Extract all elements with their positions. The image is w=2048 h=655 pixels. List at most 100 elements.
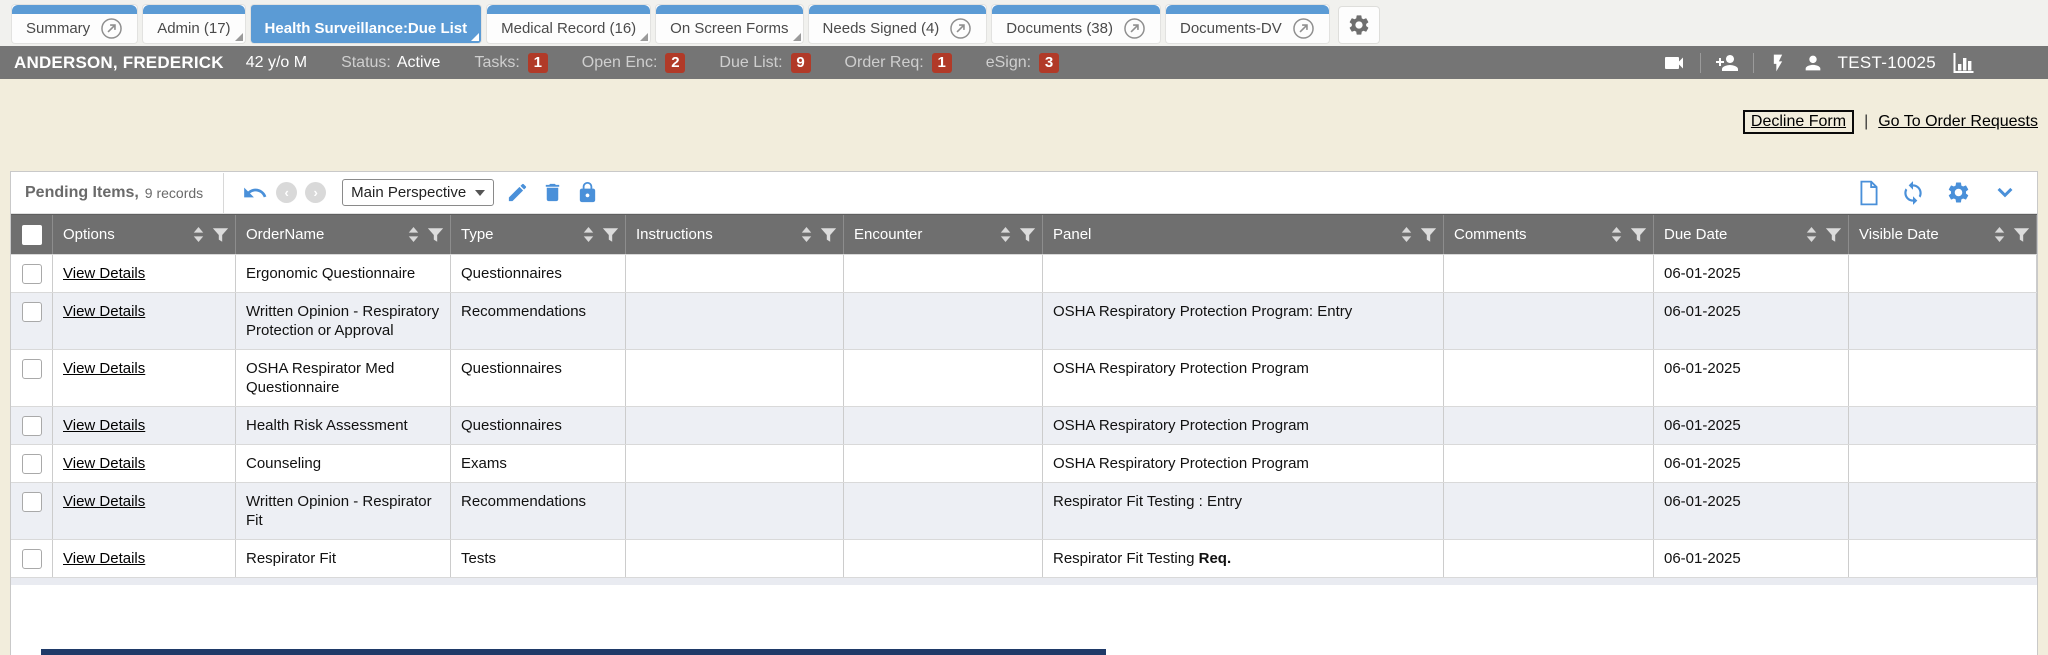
column-header-instructions[interactable]: Instructions [626,215,844,254]
person-add-icon[interactable] [1715,51,1739,75]
row-checkbox[interactable] [22,454,42,474]
sort-icon[interactable] [192,226,205,243]
view-details-link[interactable]: View Details [63,417,145,434]
cell-due-date: 06-01-2025 [1654,350,1849,406]
popout-icon[interactable] [1123,17,1146,40]
column-header-due-date[interactable]: Due Date [1654,215,1849,254]
filter-icon[interactable] [2013,227,2030,243]
sort-icon[interactable] [1400,226,1413,243]
column-header-type[interactable]: Type [451,215,626,254]
cell-panel: OSHA Respiratory Protection Program [1043,407,1444,444]
patient-banner: ANDERSON, FREDERICK 42 y/o M Status: Act… [0,46,2048,79]
lock-icon[interactable] [576,181,599,204]
badge-order-req[interactable]: 1 [932,53,952,73]
tab-medical-record-16[interactable]: Medical Record (16) [487,5,650,43]
pencil-icon[interactable] [506,181,529,204]
divider [223,173,224,213]
bar-chart-icon[interactable] [1950,51,1976,75]
row-checkbox[interactable] [22,359,42,379]
refresh-icon[interactable] [1900,180,1926,206]
view-details-link[interactable]: View Details [63,455,145,472]
popout-icon[interactable] [949,17,972,40]
view-details-link[interactable]: View Details [63,493,145,510]
column-header-ordername[interactable]: OrderName [236,215,451,254]
filter-icon[interactable] [427,227,444,243]
new-document-icon[interactable] [1858,180,1880,206]
row-checkbox[interactable] [22,549,42,569]
badge-open-enc[interactable]: 2 [665,53,685,73]
badge-esign[interactable]: 3 [1039,53,1059,73]
go-to-order-requests-link[interactable]: Go To Order Requests [1878,113,2038,131]
horizontal-scrollbar-thumb[interactable] [41,649,1106,655]
cell-due-date: 06-01-2025 [1654,293,1849,349]
tab-on-screen-forms[interactable]: On Screen Forms [656,5,802,43]
header-icons [1805,226,1842,243]
trash-icon[interactable] [541,181,564,204]
column-label: Instructions [636,226,713,243]
sort-icon[interactable] [1993,226,2006,243]
badge-due-list[interactable]: 9 [791,53,811,73]
popout-icon[interactable] [1292,17,1315,40]
cell-comments [1444,293,1654,349]
row-checkbox[interactable] [22,302,42,322]
tab-documents-38[interactable]: Documents (38) [992,5,1160,43]
cell-options: View Details [53,293,236,349]
sort-icon[interactable] [800,226,813,243]
filter-icon[interactable] [1019,227,1036,243]
filter-icon[interactable] [1630,227,1647,243]
column-header-encounter[interactable]: Encounter [844,215,1043,254]
cell-due-date: 06-01-2025 [1654,255,1849,292]
cell-ordername: Ergonomic Questionnaire [236,255,451,292]
tab-summary[interactable]: Summary [12,5,137,43]
column-label: Encounter [854,226,922,243]
nav-forward-icon[interactable]: › [305,182,326,203]
tab-settings-button[interactable] [1339,7,1379,43]
view-details-link[interactable]: View Details [63,360,145,377]
view-details-link[interactable]: View Details [63,265,145,282]
row-checkbox[interactable] [22,416,42,436]
column-header-panel[interactable]: Panel [1043,215,1444,254]
table-row: View DetailsCounselingExamsOSHA Respirat… [11,444,2037,482]
status-value: Active [397,54,441,72]
cell-panel [1043,255,1444,292]
sort-icon[interactable] [1610,226,1623,243]
view-details-link[interactable]: View Details [63,550,145,567]
decline-form-button[interactable]: Decline Form [1743,110,1854,134]
undo-icon[interactable] [242,180,268,206]
nav-back-icon[interactable]: ‹ [276,182,297,203]
sort-icon[interactable] [1805,226,1818,243]
filter-icon[interactable] [602,227,619,243]
collapse-chevron-icon[interactable] [1991,179,2019,207]
column-header-visible-date[interactable]: Visible Date [1849,215,2037,254]
filter-icon[interactable] [1420,227,1437,243]
cell-instructions [626,293,844,349]
tab-needs-signed-4[interactable]: Needs Signed (4) [809,5,987,43]
column-header-comments[interactable]: Comments [1444,215,1654,254]
filter-icon[interactable] [212,227,229,243]
cell-panel: Respirator Fit Testing : Entry [1043,483,1444,539]
cell-type: Tests [451,540,626,577]
filter-icon[interactable] [820,227,837,243]
popout-icon[interactable] [100,17,123,40]
sort-icon[interactable] [582,226,595,243]
lightning-icon[interactable] [1768,52,1788,74]
column-header-options[interactable]: Options [53,215,236,254]
badge-tasks[interactable]: 1 [528,53,548,73]
tab-documents-dv[interactable]: Documents-DV [1166,5,1329,43]
tab-admin-17[interactable]: Admin (17) [143,5,244,43]
sort-icon[interactable] [407,226,420,243]
row-checkbox[interactable] [22,492,42,512]
filter-icon[interactable] [1825,227,1842,243]
gear-icon[interactable] [1946,180,1971,205]
person-icon[interactable] [1802,52,1824,74]
tab-health-surveillance-due-list[interactable]: Health Surveillance:Due List [251,5,482,43]
row-checkbox[interactable] [22,264,42,284]
stat-label: Order Req: [845,54,924,72]
perspective-select[interactable]: Main Perspective [342,179,494,206]
select-all-checkbox[interactable] [22,225,42,245]
video-camera-icon[interactable] [1662,51,1686,75]
cell-instructions [626,350,844,406]
decline-form-link[interactable]: Decline Form [1751,113,1846,130]
sort-icon[interactable] [999,226,1012,243]
view-details-link[interactable]: View Details [63,303,145,320]
